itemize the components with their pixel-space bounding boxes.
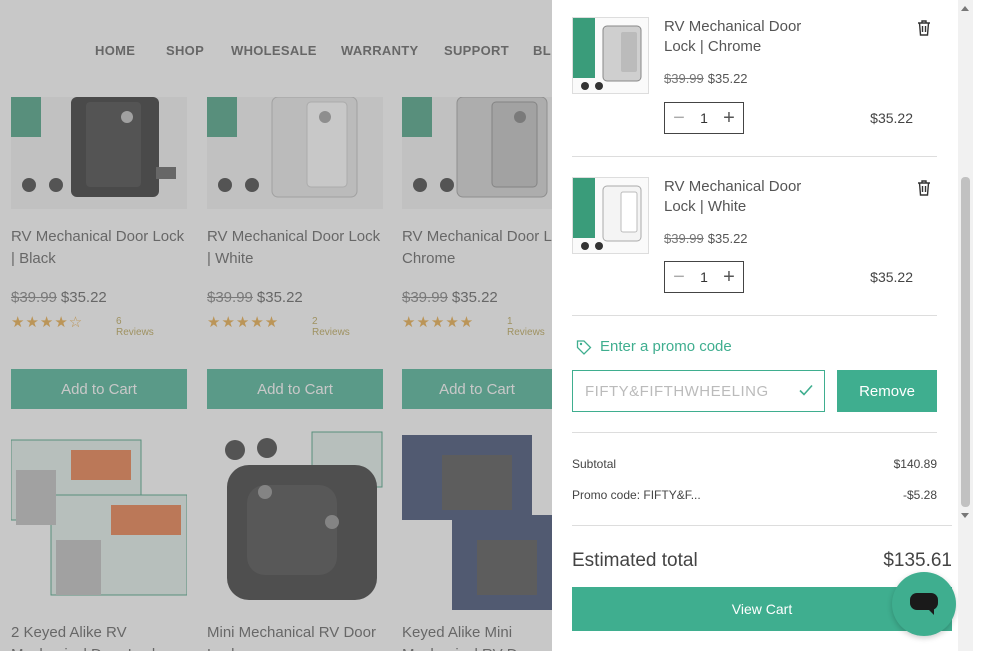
cart-item-price: $39.99 $35.22 — [664, 71, 748, 86]
scroll-up-icon[interactable] — [961, 6, 969, 11]
sale-price: $35.22 — [707, 71, 748, 86]
cart-drawer: RV Mechanical Door Lock | Chrome $39.99 $… — [552, 0, 987, 651]
chat-button[interactable] — [892, 572, 956, 636]
plus-icon[interactable]: + — [715, 266, 743, 289]
cart-item-name[interactable]: RV Mechanical Door Lock | Chrome — [664, 17, 834, 57]
remove-promo-button[interactable]: Remove — [837, 370, 937, 412]
quantity-value[interactable]: 1 — [693, 269, 715, 285]
cart-item-total: $35.22 — [870, 110, 913, 126]
scrollbar-thumb[interactable] — [961, 177, 970, 507]
promo-discount-value: -$5.28 — [902, 488, 937, 502]
scroll-down-icon[interactable] — [961, 513, 969, 518]
scrollbar[interactable] — [958, 0, 973, 651]
old-price: $39.99 — [664, 71, 704, 86]
trash-icon[interactable] — [915, 19, 933, 37]
check-icon — [799, 384, 813, 396]
old-price: $39.99 — [664, 231, 704, 246]
tag-icon — [576, 339, 592, 355]
chat-icon — [910, 593, 938, 615]
cart-item-name[interactable]: RV Mechanical Door Lock | White — [664, 177, 834, 217]
page: HOME SHOP WHOLESALE WARRANTY SUPPORT BL … — [0, 0, 987, 651]
trash-icon[interactable] — [915, 179, 933, 197]
divider — [572, 315, 937, 316]
divider — [572, 156, 937, 157]
minus-icon[interactable]: − — [665, 266, 693, 289]
modal-overlay[interactable] — [0, 0, 552, 651]
cart-item-image[interactable] — [572, 17, 649, 94]
promo-code-link[interactable]: Enter a promo code — [576, 338, 732, 355]
quantity-stepper: − 1 + — [664, 102, 744, 134]
divider — [572, 525, 952, 526]
divider — [572, 432, 937, 433]
plus-icon[interactable]: + — [715, 107, 743, 130]
quantity-value[interactable]: 1 — [693, 110, 715, 126]
subtotal-value: $140.89 — [893, 457, 937, 471]
subtotal-label: Subtotal — [572, 457, 617, 471]
promo-code-input[interactable]: FIFTY&FIFTHWHEELING — [572, 370, 825, 412]
minus-icon[interactable]: − — [665, 107, 693, 130]
quantity-stepper: − 1 + — [664, 261, 744, 293]
estimated-total-label: Estimated total — [572, 550, 698, 571]
cart-item-total: $35.22 — [870, 269, 913, 285]
cart-item-image[interactable] — [572, 177, 649, 254]
promo-code-value: FIFTY&FIFTHWHEELING — [585, 382, 769, 400]
promo-summary-label: Promo code: FIFTY&F... — [572, 488, 701, 502]
sale-price: $35.22 — [707, 231, 748, 246]
cart-item-price: $39.99 $35.22 — [664, 231, 748, 246]
promo-link-label: Enter a promo code — [600, 338, 732, 355]
estimated-total-value: $135.61 — [883, 550, 952, 571]
